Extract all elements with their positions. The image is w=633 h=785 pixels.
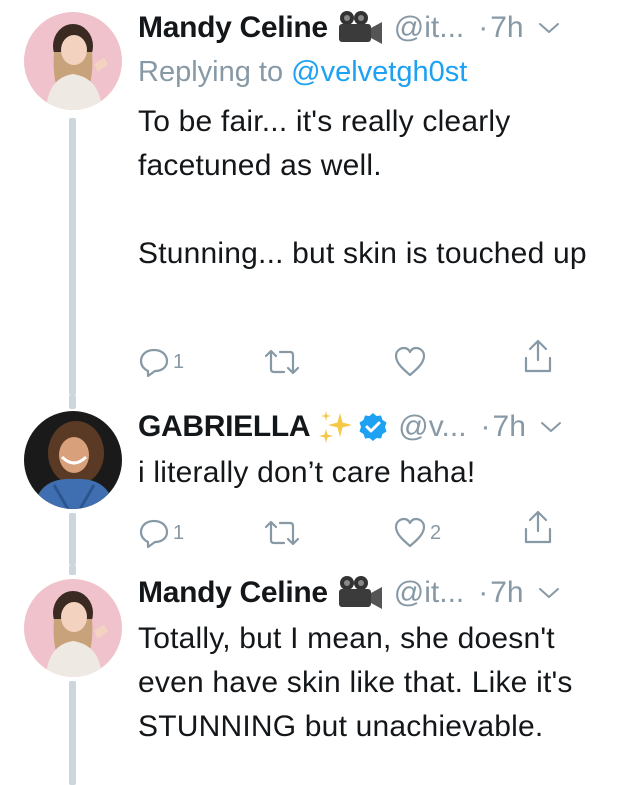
movie-camera-icon <box>336 575 384 611</box>
reply-count: 1 <box>173 521 185 544</box>
share-button[interactable] <box>522 509 554 545</box>
timestamp[interactable]: 7h <box>490 576 523 610</box>
display-name[interactable]: Mandy Celine <box>138 11 328 45</box>
reply-button[interactable]: 1 <box>138 346 184 378</box>
chevron-down-icon[interactable] <box>540 420 562 434</box>
separator-dot: · <box>480 410 491 443</box>
heart-icon <box>394 517 426 548</box>
separator-dot: · <box>478 11 489 44</box>
reply-icon <box>139 519 169 549</box>
tweet-header: Mandy Celine @it... · 7h <box>138 573 613 613</box>
tweet-header: Mandy Celine @it... · 7h <box>138 8 613 48</box>
movie-camera-icon <box>336 10 384 46</box>
timestamp[interactable]: 7h <box>490 11 523 45</box>
replying-to: Replying to @velvetgh0st <box>138 56 613 96</box>
retweet-icon <box>264 520 300 546</box>
tweet-3[interactable]: Mandy Celine @it... · 7h Totally, but I … <box>0 565 633 785</box>
retweet-button[interactable] <box>262 347 305 377</box>
thread-line <box>69 395 76 409</box>
tweet-text: i literally don’t care haha! <box>138 456 476 489</box>
heart-icon <box>394 346 426 377</box>
tweet-2[interactable]: GABRIELLA @v... · 7h i literally don’t c… <box>0 395 633 565</box>
retweet-icon <box>264 349 300 375</box>
thread-line <box>69 565 76 575</box>
like-count: 2 <box>430 521 442 544</box>
reply-count: 1 <box>173 350 185 373</box>
retweet-button[interactable] <box>262 518 305 548</box>
separator-dot: · <box>478 576 489 609</box>
avatar[interactable] <box>24 411 122 509</box>
display-name[interactable]: GABRIELLA <box>138 410 311 444</box>
tweet-text: To be fair... it's really clearly facetu… <box>138 105 587 270</box>
verified-badge-icon <box>358 412 388 442</box>
replying-to-mention[interactable]: @velvetgh0st <box>291 56 467 88</box>
chevron-down-icon[interactable] <box>538 586 560 600</box>
avatar[interactable] <box>24 579 122 677</box>
chevron-down-icon[interactable] <box>538 21 560 35</box>
tweet-text: Totally, but I mean, she doesn't even ha… <box>138 622 582 743</box>
sparkles-icon <box>318 409 354 445</box>
like-button[interactable] <box>393 346 430 378</box>
avatar[interactable] <box>24 12 122 110</box>
share-button[interactable] <box>522 338 554 374</box>
user-handle[interactable]: @v... <box>398 410 466 444</box>
reply-icon <box>139 348 169 378</box>
user-handle[interactable]: @it... <box>394 11 464 45</box>
timestamp[interactable]: 7h <box>493 410 526 444</box>
share-icon <box>524 339 552 373</box>
share-icon <box>524 510 552 544</box>
display-name[interactable]: Mandy Celine <box>138 576 328 610</box>
reply-button[interactable]: 1 <box>138 517 184 549</box>
like-button[interactable]: 2 <box>393 517 441 549</box>
user-handle[interactable]: @it... <box>394 576 464 610</box>
tweet-header: GABRIELLA @v... · 7h <box>138 407 613 447</box>
tweet-1[interactable]: Mandy Celine @it... · 7h Replying to @ve… <box>0 0 633 395</box>
thread-line <box>69 681 76 785</box>
replying-to-label: Replying to <box>138 56 292 88</box>
